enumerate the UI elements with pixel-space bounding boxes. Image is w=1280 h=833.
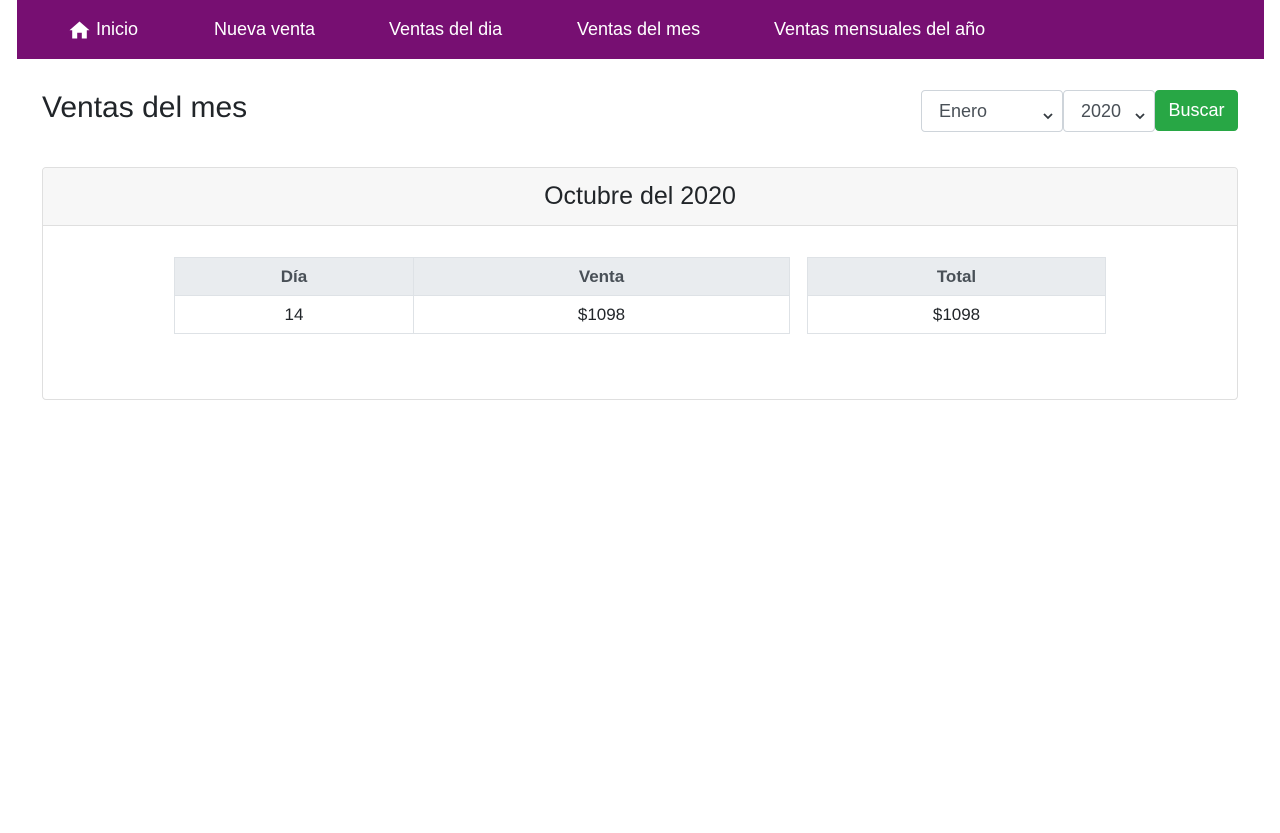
search-button[interactable]: Buscar (1155, 90, 1238, 131)
month-select-value: Enero (939, 100, 988, 121)
nav-item-inicio[interactable]: Inicio (69, 0, 138, 59)
chevron-down-icon (1042, 106, 1054, 127)
nav-item-ventas-del-dia[interactable]: Ventas del dia (389, 0, 502, 59)
home-icon (69, 21, 90, 39)
cell-dia: 14 (174, 295, 414, 334)
nav-label-inicio: Inicio (96, 19, 139, 39)
chevron-down-icon (1134, 106, 1146, 127)
sales-card: Octubre del 2020 Día Venta 14 $1098 Tota… (42, 167, 1238, 400)
column-header-venta: Venta (413, 257, 790, 296)
sales-table: Día Venta 14 $1098 (174, 257, 790, 334)
nav-item-ventas-del-mes[interactable]: Ventas del mes (577, 0, 700, 59)
column-header-total: Total (807, 257, 1106, 296)
table-header-row: Día Venta (174, 257, 790, 296)
cell-total: $1098 (807, 295, 1106, 334)
nav-label-nueva-venta: Nueva venta (214, 19, 316, 39)
total-table: Total $1098 (807, 257, 1106, 334)
nav-label-ventas-del-mes: Ventas del mes (577, 19, 701, 39)
table-row: 14 $1098 (174, 295, 790, 334)
year-select[interactable]: 2020 (1063, 90, 1155, 132)
nav-item-ventas-mensuales-del-anio[interactable]: Ventas mensuales del año (774, 0, 985, 59)
table-header-row: Total (807, 257, 1106, 296)
month-select[interactable]: Enero (921, 90, 1063, 132)
nav-item-nueva-venta[interactable]: Nueva venta (214, 0, 315, 59)
top-navbar: Inicio Nueva venta Ventas del dia Ventas… (17, 0, 1264, 59)
card-header: Octubre del 2020 (43, 168, 1237, 226)
table-row: $1098 (807, 295, 1106, 334)
page-title: Ventas del mes (42, 91, 248, 124)
cell-venta: $1098 (413, 295, 790, 334)
nav-label-ventas-del-dia: Ventas del dia (389, 19, 503, 39)
nav-label-ventas-mensuales-del-anio: Ventas mensuales del año (774, 19, 986, 39)
year-select-value: 2020 (1081, 100, 1122, 121)
column-header-dia: Día (174, 257, 414, 296)
